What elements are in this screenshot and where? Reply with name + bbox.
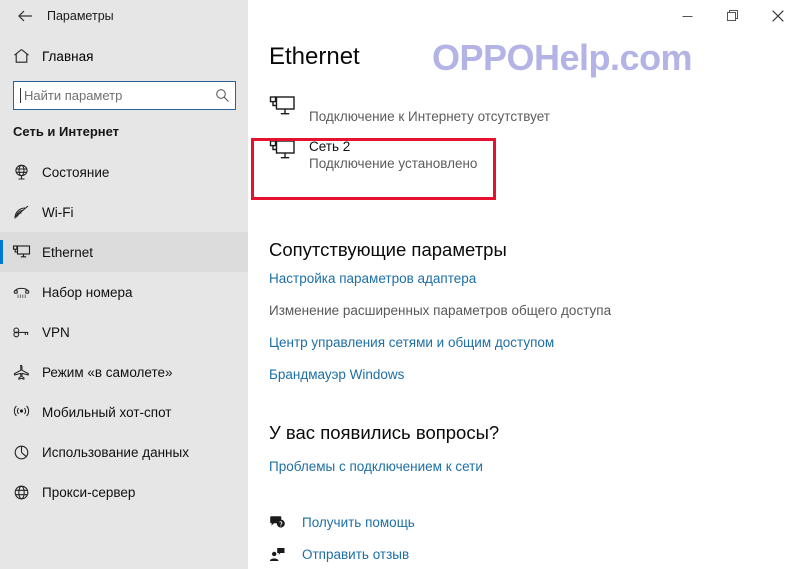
sidebar-item-home-label: Главная bbox=[42, 48, 94, 64]
sidebar-item-data-usage-label: Использование данных bbox=[42, 444, 189, 460]
link-network-troubleshooting[interactable]: Проблемы с подключением к сети bbox=[269, 459, 483, 474]
vpn-key-icon bbox=[0, 323, 42, 342]
sidebar-item-data-usage[interactable]: Использование данных bbox=[0, 432, 248, 472]
sidebar-item-ethernet[interactable]: Ethernet bbox=[0, 232, 248, 272]
sidebar-item-wifi[interactable]: Wi-Fi bbox=[0, 192, 248, 232]
search-icon[interactable] bbox=[209, 88, 235, 103]
search-input[interactable] bbox=[21, 88, 209, 103]
title-bar: Параметры bbox=[0, 0, 800, 32]
sidebar-item-status-label: Состояние bbox=[42, 164, 110, 180]
link-adapter-settings[interactable]: Настройка параметров адаптера bbox=[269, 271, 476, 286]
settings-window: Параметры Главная Найти параметр Сеть и … bbox=[0, 0, 800, 569]
sidebar-item-mobile-hotspot-label: Мобильный хот-спот bbox=[42, 404, 172, 420]
sidebar-item-airplane-mode-label: Режим «в самолете» bbox=[42, 364, 173, 380]
link-network-sharing-center[interactable]: Центр управления сетями и общим доступом bbox=[269, 335, 554, 350]
close-button[interactable] bbox=[755, 0, 800, 32]
sidebar-item-proxy[interactable]: Прокси-сервер bbox=[0, 472, 248, 512]
sidebar-item-dialup-label: Набор номера bbox=[42, 284, 133, 300]
sidebar-nav: Состояние Wi-Fi Ethernet Набор номера VP… bbox=[0, 152, 248, 512]
proxy-globe-icon bbox=[0, 483, 42, 502]
sidebar: Главная Сеть и Интернет bbox=[0, 32, 248, 569]
ethernet-monitor-icon bbox=[269, 93, 309, 119]
back-arrow-icon bbox=[16, 8, 34, 24]
send-feedback-label: Отправить отзыв bbox=[302, 546, 410, 562]
data-usage-pie-icon bbox=[0, 443, 42, 462]
minimize-icon bbox=[682, 11, 693, 22]
get-help-row[interactable]: Получить помощь bbox=[269, 511, 415, 533]
selection-indicator bbox=[0, 240, 3, 264]
feedback-person-icon bbox=[269, 547, 302, 562]
close-icon bbox=[771, 10, 784, 22]
hotspot-antenna-icon bbox=[0, 403, 42, 422]
sidebar-item-proxy-label: Прокси-сервер bbox=[42, 484, 136, 500]
ethernet-monitor-icon bbox=[269, 137, 309, 163]
sidebar-item-vpn[interactable]: VPN bbox=[0, 312, 248, 352]
network-status: Подключение установлено bbox=[309, 156, 478, 171]
send-feedback-row[interactable]: Отправить отзыв bbox=[269, 543, 409, 565]
minimize-button[interactable] bbox=[665, 0, 710, 32]
get-help-label: Получить помощь bbox=[302, 514, 415, 530]
sidebar-item-status[interactable]: Состояние bbox=[0, 152, 248, 192]
search-box[interactable] bbox=[13, 81, 236, 110]
back-button[interactable] bbox=[8, 2, 42, 30]
questions-heading: У вас появились вопросы? bbox=[269, 422, 500, 443]
window-title: Параметры bbox=[47, 9, 114, 23]
link-windows-firewall[interactable]: Брандмауэр Windows bbox=[269, 367, 404, 382]
network-item-texts: Подключение к Интернету отсутствует bbox=[309, 93, 550, 126]
sidebar-item-ethernet-label: Ethernet bbox=[42, 244, 94, 260]
sidebar-item-vpn-label: VPN bbox=[42, 324, 70, 340]
text-advanced-sharing-settings: Изменение расширенных параметров общего … bbox=[269, 303, 612, 318]
window-controls bbox=[665, 0, 800, 32]
dialup-phone-icon bbox=[0, 283, 42, 302]
maximize-restore-button[interactable] bbox=[710, 0, 755, 32]
sidebar-item-dialup[interactable]: Набор номера bbox=[0, 272, 248, 312]
main-content: Ethernet OPPOHelp.com Подключение к Инте… bbox=[248, 32, 800, 569]
wifi-icon bbox=[0, 203, 42, 222]
ethernet-monitor-icon bbox=[0, 243, 42, 261]
airplane-icon bbox=[0, 363, 42, 382]
network-item-set-2[interactable]: Сеть 2 Подключение установлено bbox=[269, 133, 739, 177]
network-status: Подключение к Интернету отсутствует bbox=[309, 109, 550, 124]
sidebar-item-wifi-label: Wi-Fi bbox=[42, 204, 74, 220]
network-item-no-internet[interactable]: Подключение к Интернету отсутствует bbox=[269, 89, 739, 133]
related-settings-heading: Сопутствующие параметры bbox=[269, 239, 507, 260]
globe-status-icon bbox=[0, 163, 42, 182]
sidebar-section-title: Сеть и Интернет bbox=[13, 124, 120, 139]
sidebar-item-home[interactable]: Главная bbox=[0, 38, 248, 74]
watermark: OPPOHelp.com bbox=[432, 37, 693, 78]
network-item-texts: Сеть 2 Подключение установлено bbox=[309, 137, 477, 173]
home-icon bbox=[0, 48, 42, 64]
sidebar-item-mobile-hotspot[interactable]: Мобильный хот-спот bbox=[0, 392, 248, 432]
network-name: Сеть 2 bbox=[309, 139, 351, 154]
question-bubble-icon bbox=[269, 515, 302, 530]
network-list: Подключение к Интернету отсутствует Сеть… bbox=[269, 89, 739, 177]
restore-icon bbox=[726, 10, 739, 22]
sidebar-item-airplane-mode[interactable]: Режим «в самолете» bbox=[0, 352, 248, 392]
page-title: Ethernet bbox=[269, 43, 360, 70]
